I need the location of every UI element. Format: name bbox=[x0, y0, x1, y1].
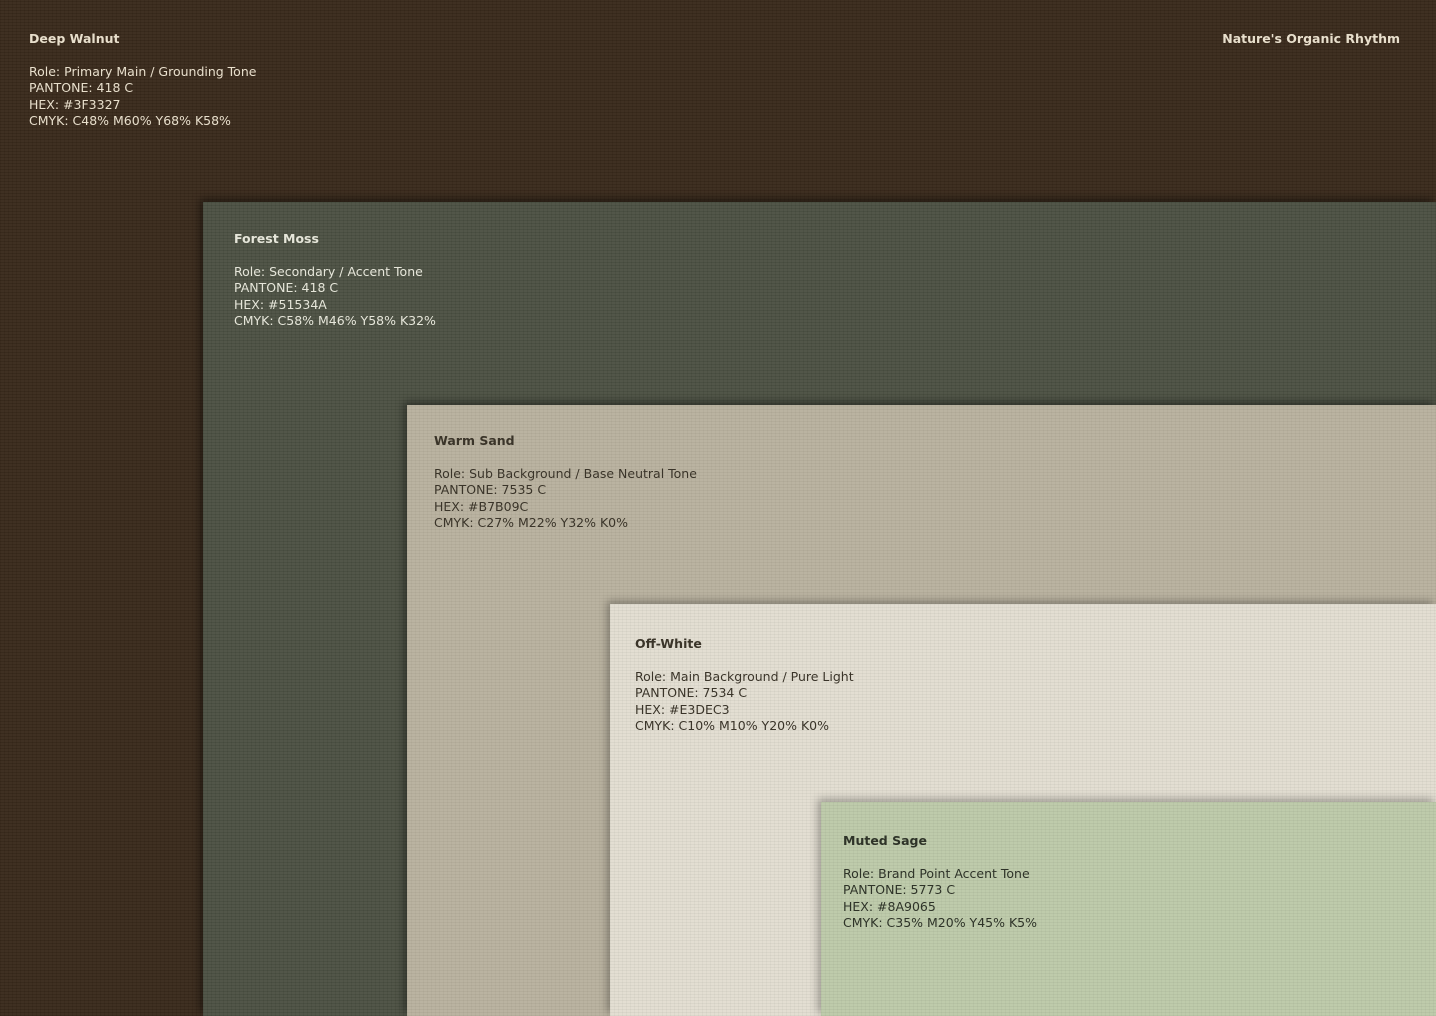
swatch-cmyk: CMYK: C48% M60% Y68% K58% bbox=[29, 113, 231, 129]
swatch-info: Off-White Role: Main Background / Pure L… bbox=[635, 636, 854, 734]
swatch-hex: HEX: #51534A bbox=[234, 296, 327, 312]
swatch-name: Deep Walnut bbox=[29, 31, 120, 46]
swatch-role: Role: Main Background / Pure Light bbox=[635, 668, 854, 684]
swatch-pantone: PANTONE: 7535 C bbox=[434, 482, 547, 498]
swatch-cmyk: CMYK: C10% M10% Y20% K0% bbox=[635, 718, 829, 734]
swatch-name: Off-White bbox=[635, 636, 702, 651]
swatch-pantone: PANTONE: 7534 C bbox=[635, 685, 748, 701]
swatch-role: Role: Sub Background / Base Neutral Tone bbox=[434, 465, 697, 481]
swatch-name: Muted Sage bbox=[843, 833, 927, 848]
swatch-name: Warm Sand bbox=[434, 433, 515, 448]
swatch-info: Forest Moss Role: Secondary / Accent Ton… bbox=[234, 231, 436, 329]
brand-title: Nature's Organic Rhythm bbox=[1222, 31, 1400, 46]
swatch-hex: HEX: #3F3327 bbox=[29, 96, 121, 112]
swatch-hex: HEX: #E3DEC3 bbox=[635, 701, 730, 717]
swatch-name: Forest Moss bbox=[234, 231, 319, 246]
swatch-info: Warm Sand Role: Sub Background / Base Ne… bbox=[434, 433, 697, 531]
swatch-pantone: PANTONE: 418 C bbox=[234, 280, 339, 296]
swatch-cmyk: CMYK: C58% M46% Y58% K32% bbox=[234, 313, 436, 329]
swatch-info: Deep Walnut Role: Primary Main / Groundi… bbox=[29, 31, 256, 129]
swatch-panel-muted-sage: Muted Sage Role: Brand Point Accent Tone… bbox=[821, 802, 1436, 1016]
swatch-info: Muted Sage Role: Brand Point Accent Tone… bbox=[843, 833, 1037, 931]
swatch-cmyk: CMYK: C35% M20% Y45% K5% bbox=[843, 915, 1037, 931]
swatch-pantone: PANTONE: 5773 C bbox=[843, 882, 956, 898]
swatch-role: Role: Secondary / Accent Tone bbox=[234, 263, 423, 279]
swatch-pantone: PANTONE: 418 C bbox=[29, 80, 134, 96]
swatch-hex: HEX: #B7B09C bbox=[434, 498, 529, 514]
swatch-role: Role: Primary Main / Grounding Tone bbox=[29, 63, 257, 79]
swatch-hex: HEX: #8A9065 bbox=[843, 898, 936, 914]
swatch-cmyk: CMYK: C27% M22% Y32% K0% bbox=[434, 515, 628, 531]
swatch-role: Role: Brand Point Accent Tone bbox=[843, 865, 1030, 881]
